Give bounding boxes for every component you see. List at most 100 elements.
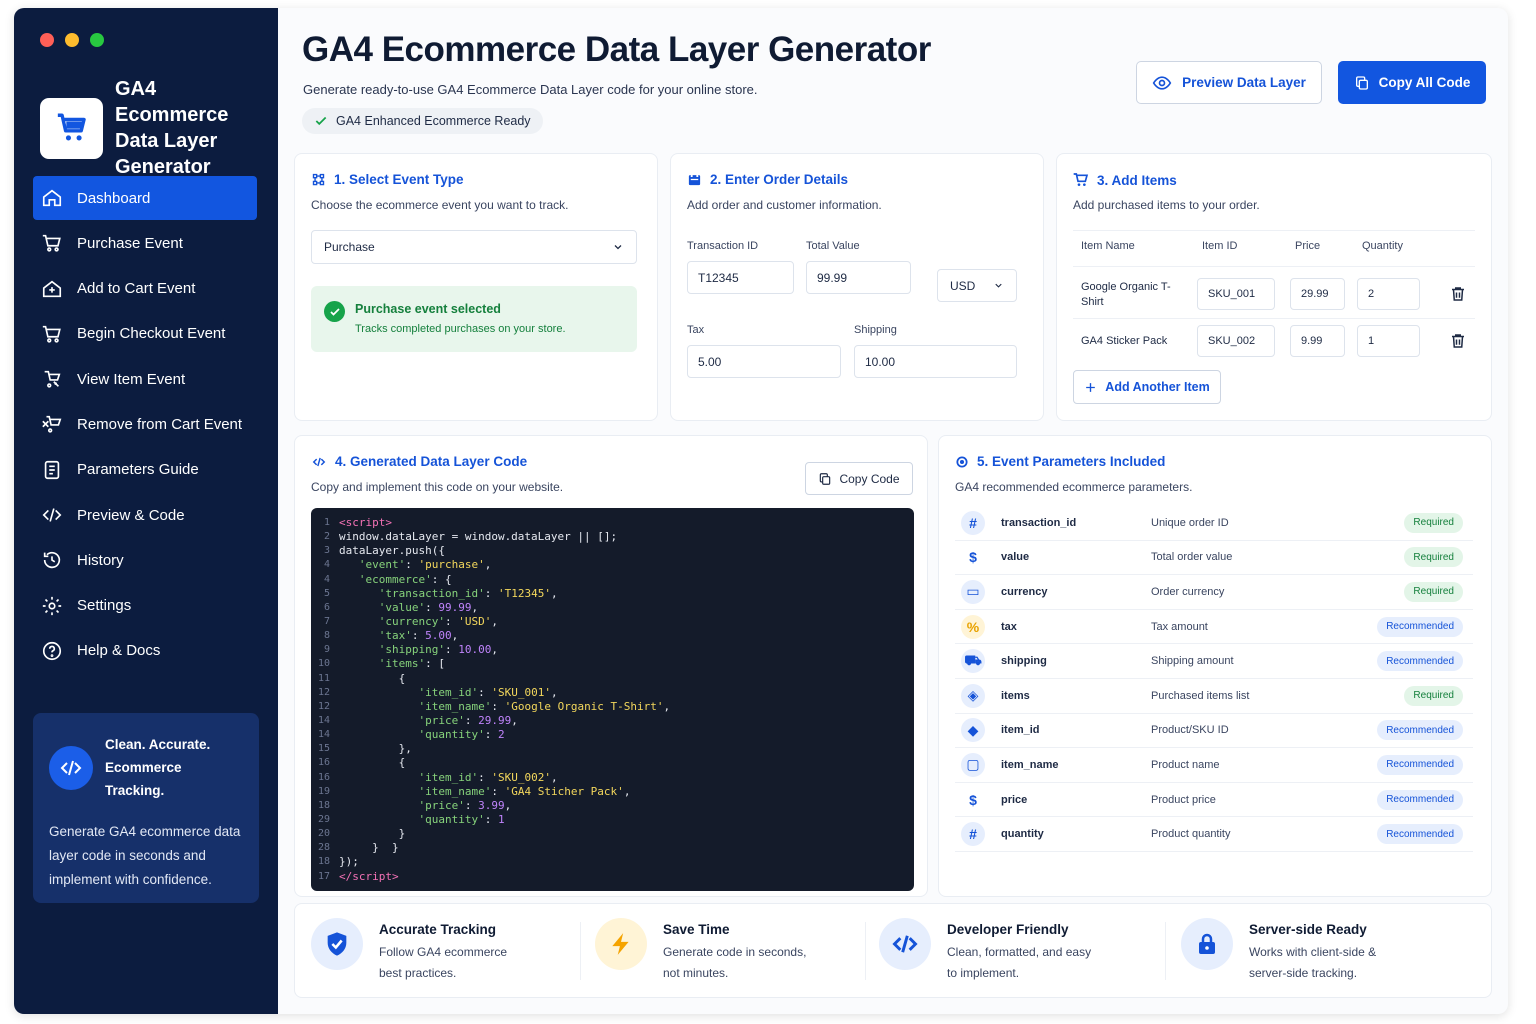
- line-number: 15: [317, 743, 330, 755]
- sidebar-nav: Dashboard Purchase Event Add to Cart Eve…: [33, 176, 257, 674]
- brand: GA4 Ecommerce Data Layer Generator: [40, 76, 265, 180]
- parameter-row: ▢ item_name Product name Recommended: [955, 748, 1473, 783]
- code-line: 16 'item_id': 'SKU_002',: [311, 771, 914, 785]
- truck-icon: ⛟: [961, 649, 985, 674]
- promo-card: Clean. Accurate. Ecommerce Tracking. Gen…: [33, 713, 259, 903]
- preview-data-layer-button[interactable]: Preview Data Layer: [1136, 61, 1322, 104]
- total-value-label: Total Value: [806, 240, 860, 252]
- check-circle-icon: [324, 301, 345, 322]
- code-line: 5 'transaction_id': 'T12345',: [311, 587, 914, 601]
- code-line: 9 'shipping': 10.00,: [311, 643, 914, 657]
- line-number: 6: [323, 601, 330, 613]
- copy-icon: [1355, 75, 1368, 90]
- minimize-window-button[interactable]: [65, 33, 79, 47]
- code-text: {: [339, 671, 406, 685]
- maximize-window-button[interactable]: [90, 33, 104, 47]
- price-field[interactable]: 29.99: [1290, 278, 1345, 310]
- tax-label: Tax: [687, 324, 705, 336]
- code-text: 'item_name': 'Google Organic T-Shirt',: [418, 699, 671, 713]
- code-text: 'item_id': 'SKU_002',: [418, 770, 558, 784]
- copy-all-code-button[interactable]: Copy All Code: [1338, 61, 1486, 104]
- item-id-field[interactable]: SKU_002: [1197, 325, 1275, 357]
- code-icon: [312, 457, 326, 466]
- sidebar-item-purchase-event[interactable]: Purchase Event: [33, 221, 257, 265]
- line-number: 17: [317, 870, 330, 882]
- line-number: 8: [323, 630, 330, 642]
- code-editor[interactable]: 1 <script> 2 window.dataLayer = window.data…: [311, 508, 914, 891]
- code-text: 'item_name': 'GA4 Sticher Pack',: [418, 784, 631, 798]
- box-icon: ◈: [961, 683, 985, 708]
- sidebar-item-begin-checkout[interactable]: Begin Checkout Event: [33, 312, 257, 356]
- sidebar-item-settings[interactable]: Settings: [33, 584, 257, 628]
- copy-code-button[interactable]: Copy Code: [805, 462, 913, 495]
- features-bar: Accurate Tracking Follow GA4 ecommerce b…: [294, 903, 1492, 998]
- transaction-id-field[interactable]: T12345: [687, 261, 794, 294]
- add-cart-icon: [42, 280, 62, 297]
- sidebar-item-remove-from-cart[interactable]: Remove from Cart Event: [33, 402, 257, 446]
- sidebar-item-help-docs[interactable]: Help & Docs: [33, 629, 257, 673]
- column-header: Item ID: [1202, 240, 1238, 252]
- sidebar-item-dashboard[interactable]: Dashboard: [33, 176, 257, 220]
- code-text: 'item_id': 'SKU_001',: [418, 685, 558, 699]
- sidebar-item-parameters-guide[interactable]: Parameters Guide: [33, 448, 257, 492]
- brand-title: GA4 Ecommerce Data Layer Generator: [115, 78, 229, 178]
- code-line: 10 'items': [: [311, 657, 914, 671]
- close-window-button[interactable]: [40, 33, 54, 47]
- column-header: Price: [1295, 240, 1321, 252]
- price-field[interactable]: 9.99: [1290, 325, 1345, 357]
- trash-icon[interactable]: [1449, 332, 1467, 350]
- code-text: 'quantity': 2: [418, 728, 505, 742]
- line-number: 16: [317, 771, 330, 783]
- cart-logo-icon: [40, 97, 103, 159]
- line-number: 14: [317, 729, 330, 741]
- shipping-field[interactable]: 10.00: [854, 345, 1017, 378]
- parameter-description: Order currency: [1151, 585, 1225, 598]
- line-number: 20: [317, 828, 330, 840]
- line-number: 3: [323, 545, 330, 557]
- sidebar-item-history[interactable]: History: [33, 538, 257, 582]
- tax-field[interactable]: 5.00: [687, 345, 841, 378]
- code-text: 'quantity': 1: [418, 812, 505, 826]
- check-icon: [315, 116, 327, 126]
- code-text: 'ecommerce': {: [358, 572, 452, 586]
- line-number: 10: [317, 658, 330, 670]
- trash-icon[interactable]: [1449, 285, 1467, 303]
- line-number: 4: [323, 573, 330, 585]
- line-number: 16: [317, 757, 330, 769]
- line-number: 29: [317, 813, 330, 825]
- quantity-field[interactable]: 2: [1357, 278, 1420, 310]
- code-text: 'price': 29.99,: [418, 713, 518, 727]
- status-badge: Required: [1404, 547, 1463, 568]
- page-subtitle: Generate ready-to-use GA4 Ecommerce Data…: [303, 82, 758, 97]
- add-another-item-button[interactable]: Add Another Item: [1073, 370, 1221, 404]
- sidebar-item-preview-code[interactable]: Preview & Code: [33, 493, 257, 537]
- item-id-field[interactable]: SKU_001: [1197, 278, 1275, 310]
- feature-save-time: Save Time Generate code in seconds, not …: [595, 918, 813, 984]
- cart-icon: [1073, 173, 1089, 186]
- order-form-icon: [688, 173, 701, 186]
- code-text: 'currency': 'USD',: [378, 614, 498, 628]
- quantity-field[interactable]: 1: [1357, 325, 1420, 357]
- sidebar-item-add-to-cart[interactable]: Add to Cart Event: [33, 267, 257, 311]
- code-text: }: [339, 827, 406, 841]
- card-title: 5. Event Parameters Included: [977, 454, 1166, 469]
- card-title: 3. Add Items: [1097, 172, 1177, 188]
- line-number: 7: [323, 615, 330, 627]
- lightning-icon: [595, 918, 647, 970]
- parameters-icon: [956, 455, 968, 468]
- currency-select[interactable]: USD: [937, 269, 1017, 302]
- chevron-down-icon: [995, 283, 1002, 288]
- sidebar-item-view-item[interactable]: View Item Event: [33, 357, 257, 401]
- order-details-card: 2. Enter Order Details Add order and cus…: [670, 153, 1044, 421]
- code-text: 'shipping': 10.00,: [378, 643, 498, 657]
- card-description: Add purchased items to your order.: [1073, 198, 1260, 212]
- code-text: } }: [339, 841, 399, 855]
- status-badge: Recommended: [1377, 720, 1463, 741]
- code-text: 'value': 99.99,: [378, 600, 479, 614]
- total-value-field[interactable]: 99.99: [806, 261, 911, 294]
- line-number: 9: [323, 644, 330, 656]
- event-type-select[interactable]: Purchase: [311, 230, 637, 264]
- parameter-name: item_name: [1001, 758, 1059, 771]
- code-icon: [49, 745, 93, 790]
- parameter-row: ⛟ shipping Shipping amount Recommended: [955, 644, 1473, 679]
